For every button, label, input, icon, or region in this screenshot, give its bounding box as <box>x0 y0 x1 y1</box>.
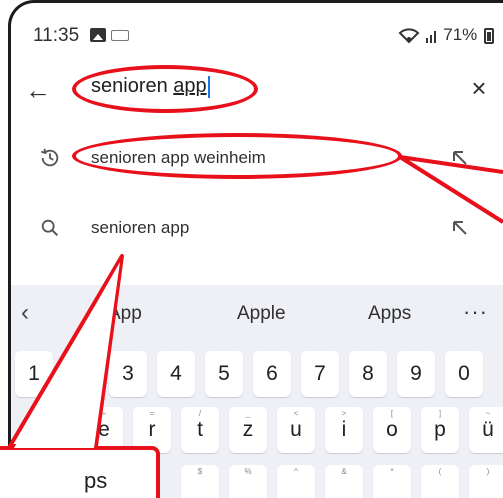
prediction-bar: ‹ App Apple Apps ··· <box>11 285 503 343</box>
key-hint: = <box>149 409 155 418</box>
key-hint: _ <box>245 409 251 418</box>
more-options-icon[interactable]: ··· <box>463 299 488 325</box>
key[interactable]: ( <box>421 465 459 498</box>
key-hint: $ <box>197 467 203 476</box>
key[interactable]: 0 <box>445 351 483 397</box>
key[interactable]: 5 <box>205 351 243 397</box>
suggestion-label: senioren app weinheim <box>91 148 266 167</box>
key-hint: ) <box>486 467 490 476</box>
key-label: u <box>290 418 302 441</box>
key[interactable]: _ z <box>229 407 267 453</box>
key[interactable]: $ <box>181 465 219 498</box>
phone-screen: 11:35 71% ← senioren app × senioren app … <box>8 0 503 498</box>
key[interactable]: < u <box>277 407 315 453</box>
clear-search-button[interactable]: × <box>464 73 494 103</box>
key-hint: ( <box>438 467 442 476</box>
key-label: e <box>98 418 110 441</box>
key-hint: < <box>293 409 299 418</box>
key[interactable]: > i <box>325 407 363 453</box>
key-hint: [ <box>390 409 394 418</box>
gallery-notification-icon <box>90 28 106 42</box>
status-bar: 11:35 71% <box>11 3 503 63</box>
number-row: 1 3 4 5 6 7 8 9 0 <box>11 351 503 403</box>
battery-icon <box>484 27 494 44</box>
suggestion-item-search[interactable]: senioren app <box>11 193 503 263</box>
key[interactable]: & <box>325 465 363 498</box>
suggestion-item-history[interactable]: senioren app weinheim <box>11 123 503 193</box>
prediction-word[interactable]: App <box>108 303 142 325</box>
wifi-icon <box>398 27 420 43</box>
key[interactable]: 6 <box>253 351 291 397</box>
query-text: senioren <box>91 75 174 97</box>
key[interactable]: 4 <box>157 351 195 397</box>
key[interactable]: ) <box>469 465 503 498</box>
search-input[interactable]: senioren app <box>91 75 391 105</box>
key[interactable]: 8 <box>349 351 387 397</box>
key[interactable]: 7 <box>301 351 339 397</box>
fill-query-arrow-icon[interactable] <box>448 216 472 240</box>
fill-query-arrow-icon[interactable] <box>448 146 472 170</box>
key-hint: & <box>341 467 347 476</box>
key-hint: ÷ <box>101 409 107 418</box>
key-label: r <box>148 418 156 441</box>
history-icon <box>41 148 59 167</box>
key[interactable]: * <box>373 465 411 498</box>
key[interactable]: [o <box>373 407 411 453</box>
key-label: o <box>386 418 398 441</box>
suggestion-label: senioren app <box>91 218 190 237</box>
text-caret <box>207 75 210 98</box>
key-hint: ^ <box>294 467 298 476</box>
key[interactable]: 1 <box>15 351 53 397</box>
annotation-callout-text: ps <box>84 468 108 493</box>
key[interactable]: ^ <box>277 465 315 498</box>
status-time: 11:35 <box>33 25 80 46</box>
status-right: 71% <box>398 25 494 45</box>
cell-signal-icon <box>425 30 436 43</box>
prediction-word[interactable]: Apple <box>237 303 286 325</box>
key[interactable]: / t <box>181 407 219 453</box>
key[interactable]: 9 <box>397 351 435 397</box>
annotation-callout-box <box>0 446 160 498</box>
key-hint: ~ <box>485 409 491 418</box>
key[interactable]: 3 <box>109 351 147 397</box>
key[interactable]: % <box>229 465 267 498</box>
key-label: p <box>434 418 446 441</box>
chevron-left-icon[interactable]: ‹ <box>21 299 29 327</box>
key-hint: % <box>244 467 252 476</box>
key-hint: > <box>341 409 347 418</box>
search-bar: ← senioren app × <box>11 63 503 117</box>
key-label: t <box>197 418 203 441</box>
key-label: i <box>341 418 347 441</box>
key[interactable]: ] p <box>421 407 459 453</box>
query-underlined-text: app <box>173 75 207 97</box>
key-hint: * <box>390 467 394 476</box>
key-hint: ] <box>438 409 442 418</box>
key-hint: / <box>198 409 202 418</box>
back-arrow-icon[interactable]: ← <box>25 75 55 105</box>
key[interactable]: ~ ü <box>469 407 503 453</box>
prediction-word[interactable]: Apps <box>368 303 411 325</box>
key-label: z <box>242 418 254 441</box>
mail-notification-icon <box>111 30 129 41</box>
battery-percent: 71% <box>443 25 478 44</box>
key-label: ü <box>482 418 494 441</box>
search-icon <box>41 219 59 237</box>
